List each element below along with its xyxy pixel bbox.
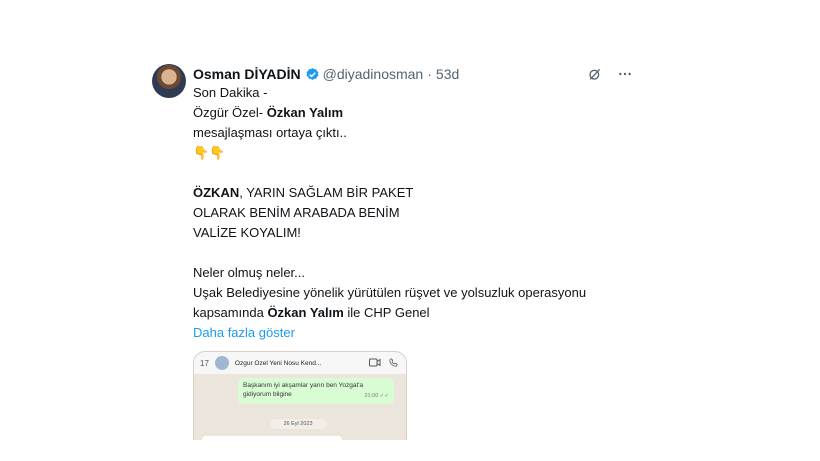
pointing-down-emoji: 👇👇	[193, 145, 226, 160]
phone-icon	[389, 357, 398, 369]
text-line: ÖZKAN, YARIN SAĞLAM BİR PAKET	[193, 185, 414, 200]
tweet-actions	[587, 66, 633, 85]
chat-message: Başkanım iyi akşamlar yarın ben Yozgat'a…	[238, 378, 394, 404]
text-line: VALİZE KOYALIM!	[193, 225, 301, 240]
author-name[interactable]: Osman DİYADİN	[193, 66, 301, 82]
mention-bold: Özkan Yalım	[266, 105, 344, 120]
tweet-text: Son Dakika - Özgür Özel- Özkan Yalım mes…	[193, 83, 633, 343]
video-call-icon	[369, 358, 381, 369]
more-icon[interactable]	[617, 66, 633, 85]
text-line: kapsamında Özkan Yalım ile CHP Genel	[193, 305, 430, 320]
tweet-header: Osman DİYADİN @diyadinosman · 53d	[193, 64, 633, 84]
chat-header: 17 Ozgur Ozel Yeni Nosu Kend...	[194, 352, 406, 374]
tweet-media-image[interactable]: 17 Ozgur Ozel Yeni Nosu Kend... Başkanım…	[193, 351, 407, 440]
chat-avatar	[214, 356, 229, 370]
chat-date: 26 Eyl 2023	[270, 419, 326, 429]
grok-icon[interactable]	[587, 66, 603, 85]
text-line: Son Dakika -	[193, 85, 268, 100]
chat-message-partial	[202, 436, 342, 440]
tweet-body: Osman DİYADİN @diyadinosman · 53d Son Da…	[193, 64, 633, 440]
text-line: mesajlaşması ortaya çıktı..	[193, 125, 347, 140]
separator: ·	[427, 66, 432, 82]
message-time: 21:00 ✓✓	[364, 393, 389, 399]
text-line: Neler olmuş neler...	[193, 265, 305, 280]
text-line: OLARAK BENİM ARABADA BENİM	[193, 205, 400, 220]
chat-contact-name: Ozgur Ozel Yeni Nosu Kend...	[234, 359, 322, 367]
verified-badge-icon	[305, 67, 320, 82]
tweet-time[interactable]: 53d	[436, 66, 459, 82]
back-count: 17	[200, 358, 209, 368]
text-line: Özgür Özel- Özkan Yalım	[193, 105, 344, 120]
author-handle[interactable]: @diyadinosman	[323, 66, 424, 82]
avatar[interactable]	[152, 64, 186, 98]
text-line: Uşak Belediyesine yönelik yürütülen rüşv…	[193, 285, 587, 300]
show-more-link[interactable]: Daha fazla göster	[193, 323, 633, 343]
